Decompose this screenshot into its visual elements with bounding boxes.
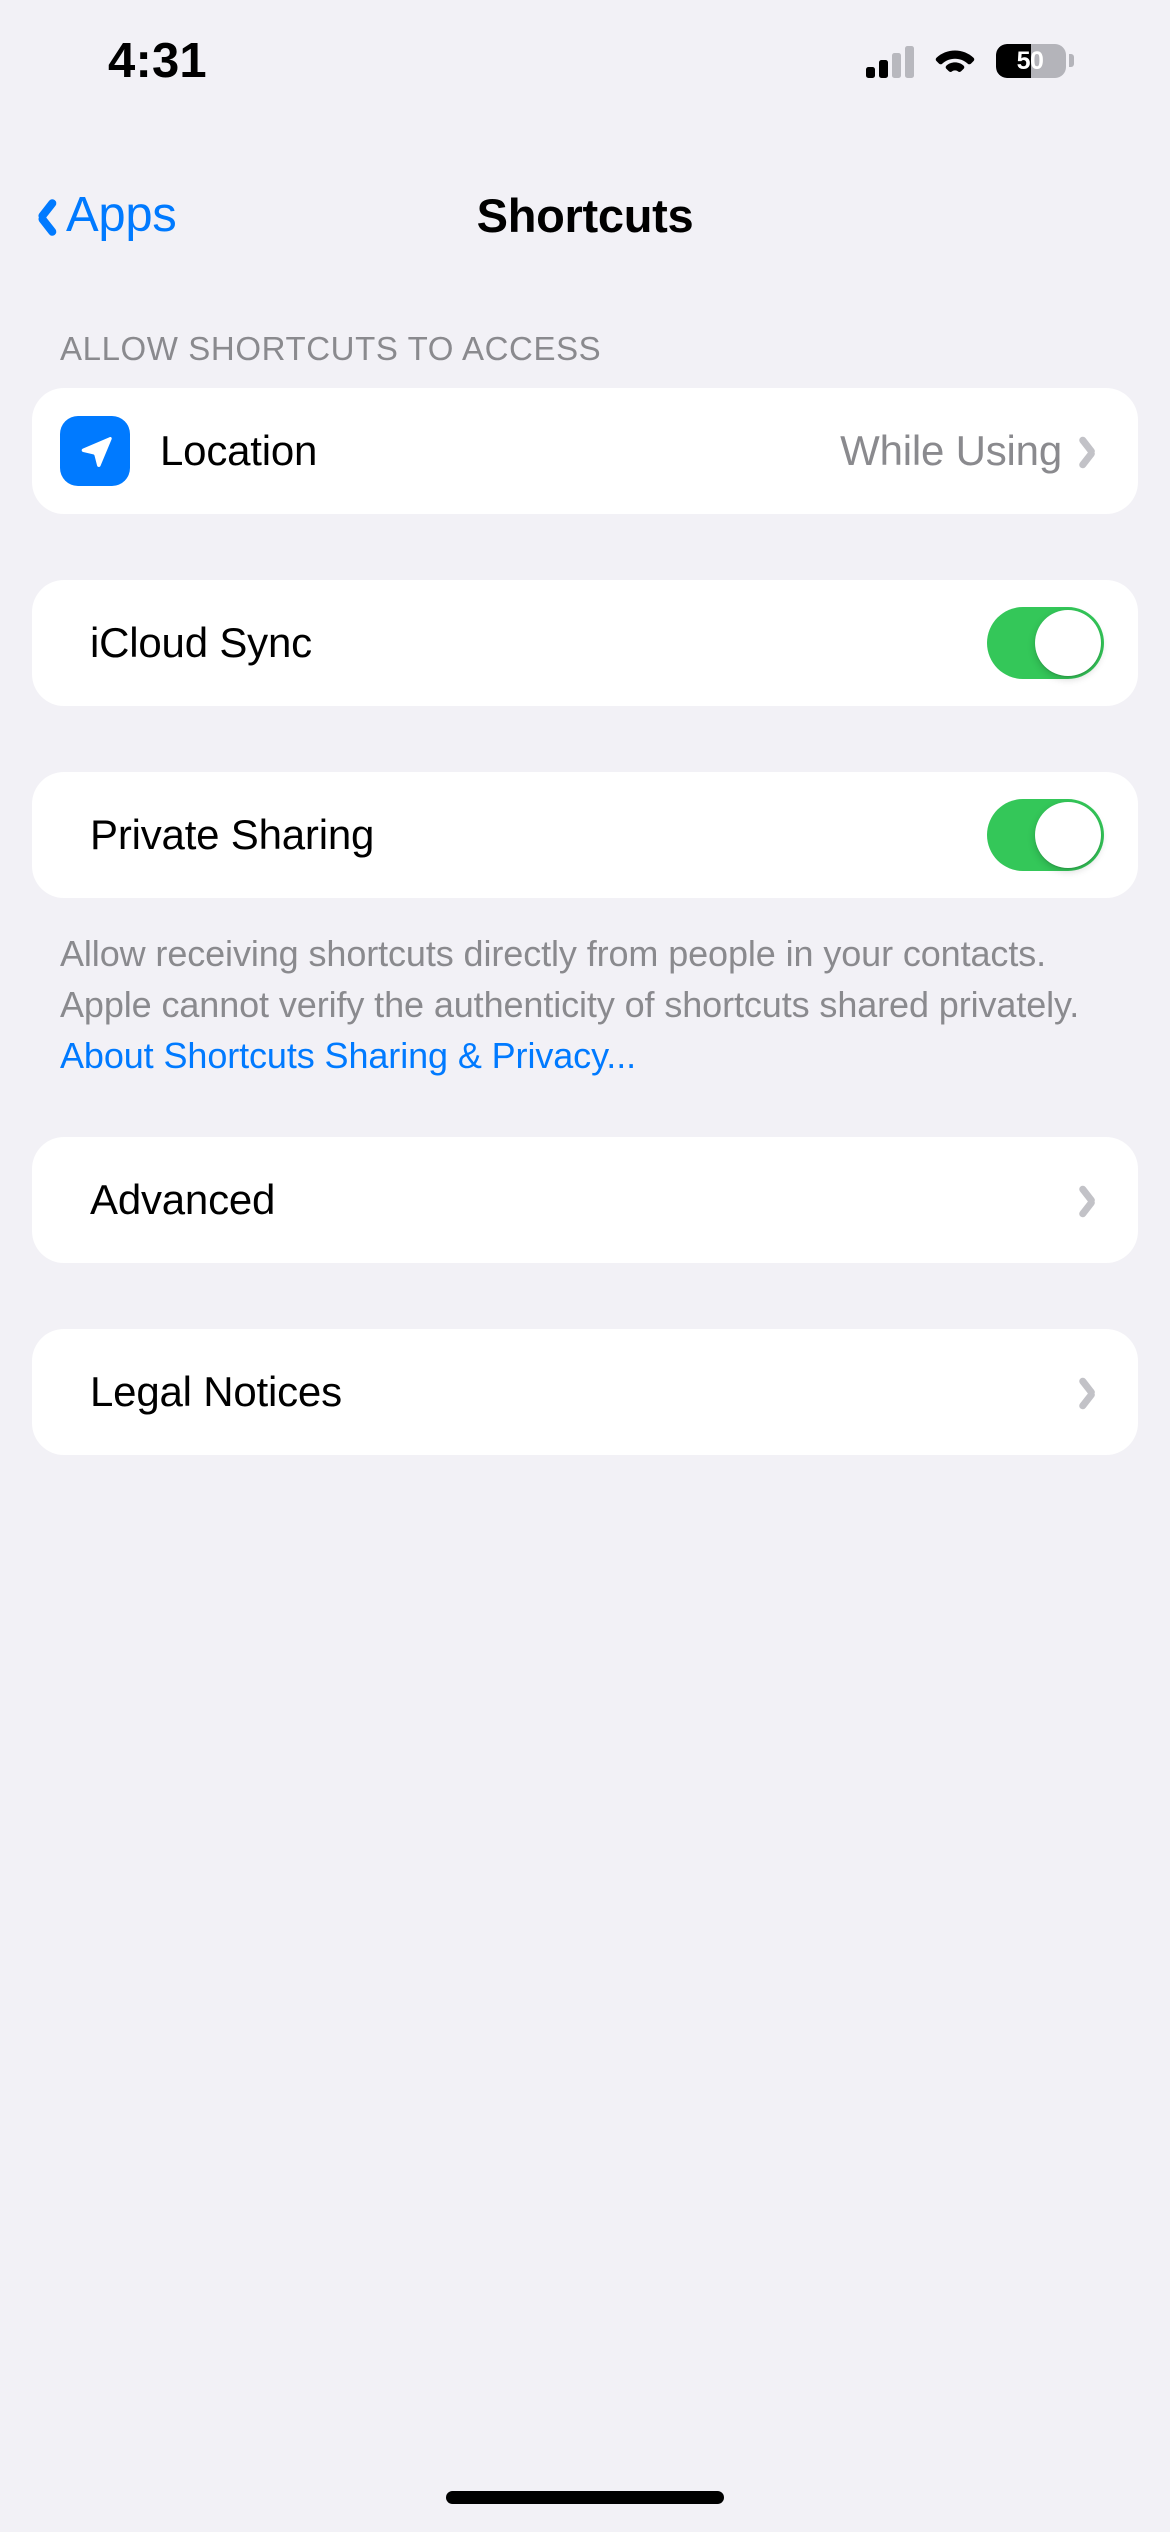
cellular-bars-icon: [866, 44, 914, 78]
battery-indicator: 50: [996, 43, 1074, 78]
footnote-text: Allow receiving shortcuts directly from …: [60, 933, 1080, 1025]
battery-percent-label: 50: [1016, 46, 1044, 75]
toggle-knob: [1035, 802, 1101, 868]
row-location[interactable]: Location While Using: [32, 388, 1138, 514]
card-access: Location While Using: [32, 388, 1138, 514]
row-label-icloud-sync: iCloud Sync: [90, 619, 312, 666]
toggle-knob: [1035, 610, 1101, 676]
chevron-right-icon: [1084, 1182, 1104, 1218]
card-private-sharing: Private Sharing: [32, 772, 1138, 898]
card-icloud-sync: iCloud Sync: [32, 580, 1138, 706]
row-label-private-sharing: Private Sharing: [90, 811, 375, 858]
toggle-icloud-sync[interactable]: [987, 607, 1104, 679]
row-label-legal-notices: Legal Notices: [90, 1368, 342, 1415]
card-legal-notices: Legal Notices: [32, 1329, 1138, 1455]
card-advanced: Advanced: [32, 1137, 1138, 1263]
row-value-location: While Using: [840, 427, 1062, 474]
section-header-access: ALLOW SHORTCUTS TO ACCESS: [60, 330, 602, 367]
row-advanced[interactable]: Advanced: [32, 1137, 1138, 1263]
location-arrow-icon: [60, 416, 130, 486]
battery-icon: 50: [996, 43, 1066, 78]
chevron-right-icon: [1084, 1374, 1104, 1410]
row-icloud-sync[interactable]: iCloud Sync: [32, 580, 1138, 706]
row-private-sharing[interactable]: Private Sharing: [32, 772, 1138, 898]
chevron-right-icon: [1084, 433, 1104, 469]
status-bar: 4:31 50: [0, 0, 1170, 105]
row-legal-notices[interactable]: Legal Notices: [32, 1329, 1138, 1455]
toggle-private-sharing[interactable]: [987, 799, 1104, 871]
row-label-location: Location: [160, 427, 318, 474]
footnote-private-sharing: Allow receiving shortcuts directly from …: [0, 898, 1170, 1081]
about-shortcuts-sharing-privacy-link[interactable]: About Shortcuts Sharing & Privacy...: [60, 1035, 636, 1076]
battery-cap: [1069, 54, 1074, 67]
settings-list: ALLOW SHORTCUTS TO ACCESS Location While…: [0, 262, 1170, 1455]
wifi-icon: [933, 44, 977, 77]
status-bar-indicators: 50: [866, 43, 1074, 78]
home-indicator[interactable]: [446, 2491, 724, 2504]
row-label-advanced: Advanced: [90, 1176, 276, 1223]
page-title: Shortcuts: [476, 188, 694, 242]
iphone-screen: 4:31 50 Apps Shortcuts ALLOW SHORTCUTS T…: [0, 0, 1170, 2532]
navigation-bar: Apps Shortcuts: [0, 168, 1170, 262]
status-bar-time: 4:31: [108, 33, 207, 88]
